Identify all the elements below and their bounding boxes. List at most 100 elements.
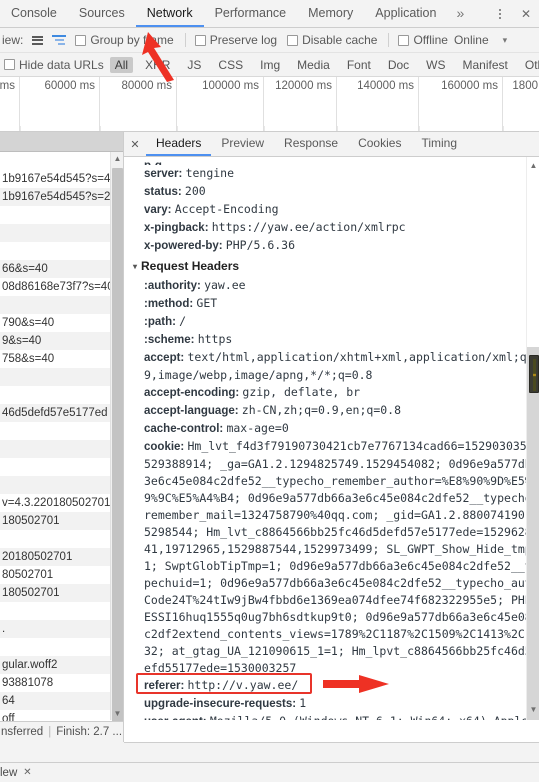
request-row[interactable] bbox=[0, 206, 123, 224]
tab-label: Application bbox=[375, 5, 437, 20]
detail-tab-response[interactable]: Response bbox=[274, 132, 348, 156]
request-row[interactable] bbox=[0, 368, 123, 386]
preserve-log-checkbox[interactable]: Preserve log bbox=[191, 33, 283, 47]
header-line: x-powered-by: PHP/5.6.36 bbox=[132, 237, 539, 255]
clipped-header-line: p‑g bbox=[132, 157, 539, 165]
request-headers-section-title[interactable]: ▾ Request Headers bbox=[132, 255, 539, 277]
request-list-scrollbar[interactable]: ▲ ▼ bbox=[110, 152, 123, 728]
chevron-down-icon[interactable]: ▾ bbox=[133, 258, 137, 275]
request-list-column-header[interactable] bbox=[0, 132, 123, 152]
request-row[interactable] bbox=[0, 224, 123, 242]
request-row[interactable] bbox=[0, 530, 123, 548]
tab-sources[interactable]: Sources bbox=[68, 0, 136, 27]
request-row[interactable]: 08d86168e73f7?s=40 bbox=[0, 278, 123, 296]
header-name: :method: bbox=[144, 298, 197, 310]
throttling-select[interactable]: Online bbox=[454, 33, 489, 47]
scrollbar-thumb[interactable] bbox=[112, 168, 123, 728]
request-row[interactable] bbox=[0, 386, 123, 404]
detail-tab-preview[interactable]: Preview bbox=[211, 132, 274, 156]
request-row[interactable]: 93881078 bbox=[0, 674, 123, 692]
header-name: cache-control: bbox=[144, 423, 227, 435]
filter-doc[interactable]: Doc bbox=[383, 57, 414, 73]
scroll-down-icon[interactable]: ▼ bbox=[527, 703, 539, 716]
tab-console[interactable]: Console bbox=[0, 0, 68, 27]
request-row[interactable] bbox=[0, 602, 123, 620]
drawer-close-icon[interactable]: ✕ bbox=[23, 767, 31, 778]
request-row[interactable] bbox=[0, 440, 123, 458]
close-detail-icon[interactable]: ✕ bbox=[124, 132, 146, 156]
detail-tab-headers[interactable]: Headers bbox=[146, 132, 212, 156]
scroll-up-icon[interactable]: ▲ bbox=[111, 152, 123, 165]
more-tabs-icon[interactable]: » bbox=[447, 0, 473, 27]
request-row[interactable]: . bbox=[0, 620, 123, 638]
filter-ws[interactable]: WS bbox=[421, 57, 450, 73]
detail-tab-label: Cookies bbox=[358, 136, 402, 150]
tab-performance[interactable]: Performance bbox=[204, 0, 298, 27]
request-row[interactable]: 790&s=40 bbox=[0, 314, 123, 332]
list-view-icon[interactable] bbox=[27, 35, 47, 45]
transferred-label: nsferred bbox=[1, 726, 44, 738]
request-row[interactable]: 9&s=40 bbox=[0, 332, 123, 350]
request-row[interactable]: 66&s=40 bbox=[0, 260, 123, 278]
hide-data-urls-checkbox[interactable]: Hide data URLs bbox=[0, 58, 110, 72]
request-row[interactable]: 1b9167e54d545?s=2 bbox=[0, 188, 123, 206]
request-row[interactable] bbox=[0, 638, 123, 656]
scrollbar-thumb[interactable] bbox=[529, 355, 539, 393]
header-name: :path: bbox=[144, 316, 180, 328]
hide-data-urls-label: Hide data URLs bbox=[19, 57, 104, 72]
detail-tab-cookies[interactable]: Cookies bbox=[348, 132, 411, 156]
scrollbar-thumb-marker bbox=[533, 359, 536, 391]
filter-img[interactable]: Img bbox=[255, 57, 285, 73]
drawer-tab-label[interactable]: lew bbox=[0, 767, 17, 779]
header-line: x-pingback: https://yaw.ee/action/xmlrpc bbox=[132, 219, 539, 237]
request-row[interactable]: gular.woff2 bbox=[0, 656, 123, 674]
request-row[interactable]: 64 bbox=[0, 692, 123, 710]
scroll-up-icon[interactable]: ▲ bbox=[527, 159, 539, 172]
main-menu-kebab-icon[interactable] bbox=[487, 0, 513, 27]
request-row[interactable]: 180502701 bbox=[0, 584, 123, 602]
request-row[interactable]: 80502701 bbox=[0, 566, 123, 584]
waterfall-view-icon[interactable] bbox=[47, 35, 71, 45]
detail-scrollbar[interactable]: ▲ ▼ bbox=[526, 157, 539, 720]
headers-content[interactable]: p‑gserver: tenginestatus: 200vary: Accep… bbox=[124, 157, 539, 720]
request-row[interactable] bbox=[0, 422, 123, 440]
tab-memory[interactable]: Memory bbox=[297, 0, 364, 27]
filter-other[interactable]: Other bbox=[520, 57, 539, 73]
request-list-panel[interactable]: 1b9167e54d545?s=4 1b9167e54d545?s=2 66&s=4… bbox=[0, 132, 124, 742]
header-value: zh-CN,zh;q=0.9,en;q=0.8 bbox=[241, 403, 402, 417]
request-row[interactable]: 758&s=40 bbox=[0, 350, 123, 368]
close-detail-label: ✕ bbox=[130, 138, 140, 151]
network-overview[interactable]: ms 60000 ms 80000 ms 100000 ms 120000 ms 1400… bbox=[0, 77, 539, 132]
filter-media[interactable]: Media bbox=[292, 57, 335, 73]
tab-application[interactable]: Application bbox=[364, 0, 447, 27]
request-row[interactable]: 1b9167e54d545?s=4 bbox=[0, 170, 123, 188]
detail-tabstrip: ✕ Headers Preview Response Cookies Timin… bbox=[124, 132, 539, 157]
request-row[interactable]: 46d5defd57e5177ed bbox=[0, 404, 123, 422]
request-row[interactable] bbox=[0, 242, 123, 260]
request-row[interactable]: 180502701 bbox=[0, 512, 123, 530]
header-line: upgrade-insecure-requests: 1 bbox=[132, 695, 539, 713]
request-row[interactable] bbox=[0, 476, 123, 494]
filter-manifest[interactable]: Manifest bbox=[458, 57, 513, 73]
detail-tab-label: Preview bbox=[221, 136, 265, 150]
header-value: 1 bbox=[299, 696, 307, 710]
disable-cache-checkbox[interactable]: Disable cache bbox=[283, 33, 383, 47]
chevron-down-icon[interactable]: ▾ bbox=[503, 35, 508, 46]
scrollbar-track[interactable] bbox=[527, 347, 539, 720]
offline-checkbox[interactable]: Offline bbox=[394, 33, 453, 47]
tab-label: Console bbox=[11, 5, 57, 20]
tab-network[interactable]: Network bbox=[135, 0, 204, 27]
scroll-down-icon[interactable]: ▼ bbox=[111, 707, 123, 720]
filter-font[interactable]: Font bbox=[342, 57, 376, 73]
request-row[interactable] bbox=[0, 152, 123, 170]
header-line: cookie: Hm_lvt_f4d3f79190730421cb7e77671… bbox=[132, 438, 539, 677]
request-row[interactable] bbox=[0, 458, 123, 476]
detail-tab-timing[interactable]: Timing bbox=[411, 132, 467, 156]
close-devtools-icon[interactable]: ✕ bbox=[513, 0, 539, 27]
checkbox-box bbox=[4, 59, 15, 70]
request-row[interactable]: v=4.3.220180502701 bbox=[0, 494, 123, 512]
request-row[interactable] bbox=[0, 296, 123, 314]
request-detail-panel: ✕ Headers Preview Response Cookies Timin… bbox=[124, 132, 539, 742]
request-row[interactable]: 20180502701 bbox=[0, 548, 123, 566]
filter-css[interactable]: CSS bbox=[213, 57, 248, 73]
